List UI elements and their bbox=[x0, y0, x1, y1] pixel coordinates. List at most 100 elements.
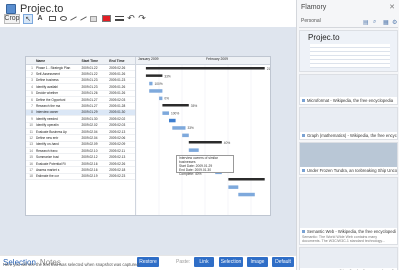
text-tool-icon[interactable]: A bbox=[36, 14, 44, 24]
cell-start: 2009.02.10 bbox=[81, 148, 98, 153]
gantt-tooltip: Interview owners of similar businesses S… bbox=[176, 155, 234, 176]
snapshot-caption: Microformat - Wikipedia, the free encycl… bbox=[307, 98, 394, 103]
cell-name: Define business bbox=[35, 78, 59, 83]
snapshot-excerpt: Semantic: The World Wide Web contains ma… bbox=[302, 235, 385, 243]
cell-end: 2009.02.13 bbox=[109, 129, 126, 134]
cell-end: 2009.02.03 bbox=[109, 97, 126, 102]
line-width-icon[interactable] bbox=[115, 14, 124, 24]
cell-name: Interview owner bbox=[35, 110, 59, 115]
snapshot-card[interactable]: Graph (mathematics) - Wikipedia, the fre… bbox=[299, 107, 398, 140]
cell-id: 2 bbox=[31, 72, 33, 77]
page-icon bbox=[302, 134, 305, 137]
table-row[interactable]: 18 Estimate the cor 2009.02.19 2009.02.23 bbox=[26, 174, 135, 181]
annotation-toolbar: Crop ↖ A ↶ ↷ bbox=[4, 12, 146, 25]
snapshot-card[interactable]: Microformat - Wikipedia, the free encycl… bbox=[299, 74, 398, 105]
cell-id: 12 bbox=[29, 135, 33, 140]
gantt-summary-bar bbox=[162, 104, 189, 107]
line-tool-icon[interactable] bbox=[70, 14, 77, 24]
cell-name: Assess market s bbox=[35, 167, 60, 172]
month-label: January 2009 bbox=[138, 57, 159, 61]
paste-link-button[interactable]: Link bbox=[194, 257, 214, 267]
crop-button[interactable]: Crop bbox=[4, 13, 20, 24]
tab-personal[interactable]: Personal bbox=[301, 18, 321, 24]
cell-name: Research the ma bbox=[35, 104, 61, 109]
gantt-task-bar bbox=[149, 81, 153, 86]
cell-end: 2009.01.28 bbox=[109, 104, 126, 109]
cell-end: 2009.02.26 bbox=[109, 65, 126, 70]
flamory-sidebar: Flamory ✕ Personal ▤ ⌕ ▦ ⚙ Projec.to Micr… bbox=[296, 0, 399, 270]
rectangle-tool-icon[interactable] bbox=[47, 14, 57, 24]
cell-start: 2009.01.27 bbox=[81, 104, 98, 109]
cell-start: 2009.01.27 bbox=[81, 97, 98, 102]
cell-name: Evaluate Potential Ri bbox=[35, 161, 66, 166]
cell-end: 2009.01.26 bbox=[109, 72, 126, 77]
snapshot-canvas[interactable]: Name Start Time End Time 1 Phase 1 - Stra… bbox=[0, 27, 296, 255]
cell-id: 9 bbox=[31, 116, 33, 121]
paste-selection-button[interactable]: Selection bbox=[219, 257, 243, 267]
month-label: February 2009 bbox=[206, 57, 229, 61]
gantt-chart: January 2009 February 2009 21%33%100%0%3… bbox=[136, 57, 271, 215]
cell-id: 4 bbox=[31, 84, 33, 89]
snapshot-thumbnail: Projec.to bbox=[300, 31, 397, 71]
cell-id: 1 bbox=[31, 65, 33, 70]
gantt-task-bar bbox=[188, 148, 199, 152]
sidebar-tabbar: Personal ▤ ⌕ ▦ ⚙ bbox=[299, 18, 398, 28]
folder-icon[interactable]: ▤ bbox=[363, 19, 369, 26]
cell-id: 18 bbox=[29, 174, 33, 179]
percent-label: 100% bbox=[155, 82, 163, 86]
gantt-task-bar bbox=[149, 89, 163, 93]
cell-start: 2009.02.19 bbox=[81, 174, 98, 179]
grid-view-icon[interactable]: ▦ bbox=[383, 19, 389, 26]
cell-id: 14 bbox=[29, 148, 33, 153]
cell-start: 2009.01.30 bbox=[81, 116, 98, 121]
arrow-tool-icon[interactable] bbox=[80, 14, 87, 24]
gantt-task-bar bbox=[238, 192, 255, 197]
snapshot-caption: Semantic Web - Wikipedia, the free encyc… bbox=[307, 229, 396, 234]
paste-label: Paste: bbox=[176, 259, 191, 265]
close-icon[interactable]: ✕ bbox=[389, 3, 395, 11]
cell-name: Phase 1 - Strategic Plan bbox=[35, 65, 71, 70]
snapshot-thumbnail bbox=[300, 108, 397, 132]
settings-icon[interactable]: ⚙ bbox=[392, 19, 397, 26]
snapshot-caption: Graph (mathematics) - Wikipedia, the fre… bbox=[307, 133, 397, 138]
undo-icon[interactable]: ↶ bbox=[127, 13, 135, 24]
cell-end: 2009.02.18 bbox=[109, 167, 126, 172]
snapshot-card[interactable]: Under Frozen Tundra, an Icebreaking Ship… bbox=[299, 142, 398, 175]
fill-tool-icon[interactable] bbox=[90, 14, 97, 24]
search-icon[interactable]: ⌕ bbox=[373, 19, 376, 26]
ellipse-tool-icon[interactable] bbox=[60, 14, 67, 24]
cell-start: 2009.01.23 bbox=[81, 84, 98, 89]
percent-label: 33% bbox=[188, 126, 195, 130]
cell-start: 2009.02.04 bbox=[81, 129, 98, 134]
cell-end: 2009.01.30 bbox=[109, 110, 126, 115]
paste-default-button[interactable]: Default bbox=[272, 257, 294, 267]
cell-end: 2009.02.06 bbox=[109, 135, 126, 140]
cell-end: 2009.02.26 bbox=[109, 161, 126, 166]
cell-end: 2009.01.26 bbox=[109, 84, 126, 89]
gantt-summary-bar bbox=[188, 141, 222, 144]
cell-start: 2009.02.09 bbox=[81, 142, 98, 147]
color-picker-icon[interactable] bbox=[100, 14, 112, 24]
snapshot-card[interactable]: Semantic Web - Wikipedia, the free encyc… bbox=[299, 177, 398, 245]
select-tool-icon[interactable]: ↖ bbox=[23, 13, 33, 24]
cell-end: 2009.02.03 bbox=[109, 123, 126, 128]
snapshot-card[interactable]: Concept map - Wikipedia, the free encycl… bbox=[299, 247, 398, 270]
gantt-task-bar bbox=[162, 111, 169, 115]
gantt-bars: 21%33%100%0%35%100%33%40%35% bbox=[136, 65, 271, 215]
cell-start: 2009.01.22 bbox=[81, 72, 98, 77]
column-start: Start Time bbox=[81, 58, 99, 63]
percent-label: 40% bbox=[224, 141, 231, 145]
snapshot-card[interactable]: Projec.to bbox=[299, 30, 398, 72]
cell-id: 7 bbox=[31, 104, 33, 109]
cell-end: 2009.02.13 bbox=[109, 155, 126, 160]
cell-start: 2009.02.16 bbox=[81, 167, 98, 172]
thumbnail-preview bbox=[310, 44, 390, 68]
percent-label: 0% bbox=[164, 97, 169, 101]
percent-label: 21% bbox=[267, 67, 271, 71]
cell-name: Estimate the cor bbox=[35, 174, 59, 179]
redo-icon[interactable]: ↷ bbox=[138, 13, 146, 24]
restore-button[interactable]: Restore bbox=[137, 257, 159, 267]
cell-end: 2009.02.23 bbox=[109, 174, 126, 179]
percent-label: 100% bbox=[171, 111, 179, 115]
paste-image-button[interactable]: Image bbox=[247, 257, 268, 267]
